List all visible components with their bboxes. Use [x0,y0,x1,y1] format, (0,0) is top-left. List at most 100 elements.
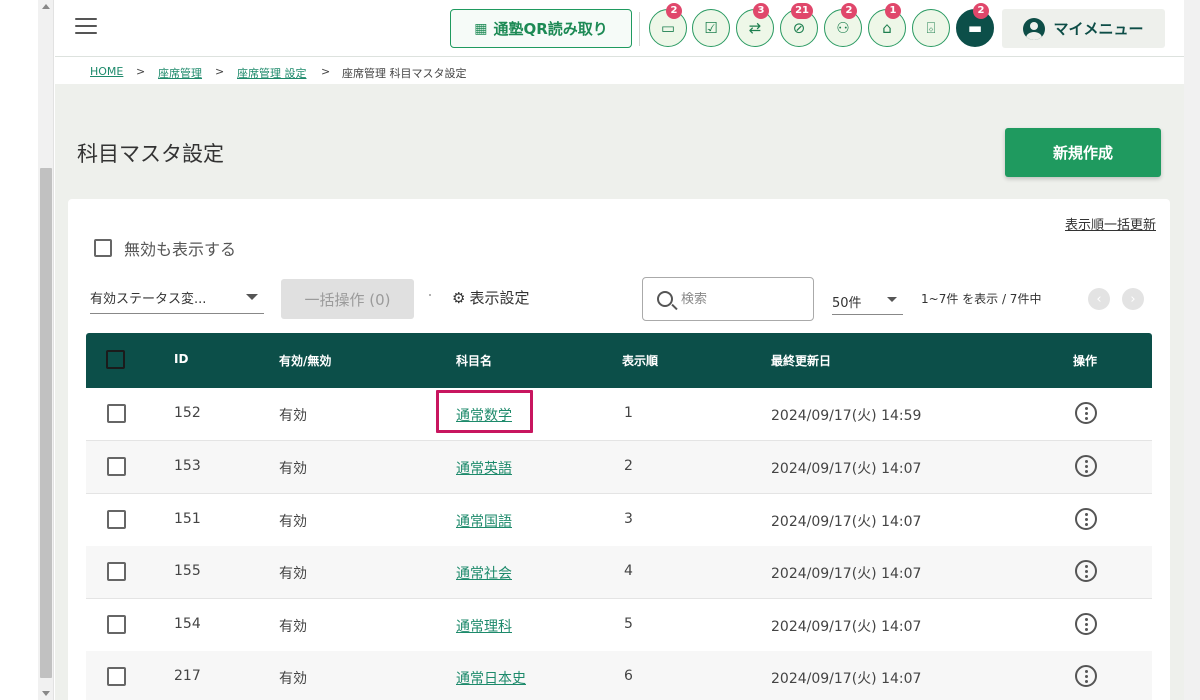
breadcrumb-seat-management[interactable]: 座席管理 [158,65,202,81]
display-settings-label: 表示設定 [469,289,530,307]
main-area: ▦ 通塾QR読み取り ▭ 2 ☑ ⇄ 3 ⊘ 21 ⚇ 2 ⌂ 1 ⌺ ▬ 2 マイ [55,0,1184,700]
show-invalid-toggle[interactable]: 無効も表示する [94,236,236,260]
chat-icon[interactable]: ▬ 2 [956,3,994,47]
more-options-icon[interactable] [1075,613,1097,635]
result-count: 1~7件 を表示 / 7件中 [921,292,1042,306]
gift-icon[interactable]: ⌺ [912,9,950,47]
subject-list-card: 表示順一括更新 無効も表示する 有効ステータス変... 一括操作 (0) ⚙ 表… [68,199,1170,700]
cell-status: 有効 [279,566,307,582]
gear-icon: ⚙ [452,288,466,307]
select-all-checkbox[interactable] [106,350,125,369]
group-badge: 2 [841,3,857,19]
toolbar-separator [429,294,431,296]
row-checkbox[interactable] [107,562,126,581]
row-checkbox[interactable] [107,615,126,634]
subject-link[interactable]: 通常日本史 [456,668,526,688]
cell-updated: 2024/09/17(火) 14:07 [771,514,922,530]
show-invalid-checkbox[interactable] [94,239,112,257]
cell-status: 有効 [279,408,307,424]
group-icon[interactable]: ⚇ 2 [824,3,862,47]
header-display-order[interactable]: 表示順 [622,352,658,369]
cell-status: 有効 [279,514,307,530]
scroll-thumb[interactable] [40,168,52,678]
cell-updated: 2024/09/17(火) 14:59 [771,408,922,424]
transfer-badge: 3 [753,3,769,19]
row-checkbox[interactable] [107,667,126,686]
cell-status: 有効 [279,619,307,635]
bulk-action-button[interactable]: 一括操作 (0) [281,279,414,319]
table-row: 154 有効 通常理科 5 2024/09/17(火) 14:07 [86,599,1152,652]
breadcrumb-home[interactable]: HOME [90,65,123,78]
cell-id: 153 [174,458,201,474]
bulk-order-update-link[interactable]: 表示順一括更新 [1065,214,1156,233]
school-icon[interactable]: ⌂ 1 [868,3,906,47]
show-invalid-label: 無効も表示する [124,240,237,259]
more-options-icon[interactable] [1075,402,1097,424]
more-options-icon[interactable] [1075,665,1097,687]
subject-link[interactable]: 通常社会 [456,563,512,583]
my-menu-label: マイメニュー [1053,20,1144,38]
search-icon [657,291,673,307]
qr-scan-label: 通塾QR読み取り [493,20,608,38]
more-options-icon[interactable] [1075,455,1097,477]
table-row: 217 有効 通常日本史 6 2024/09/17(火) 14:07 [86,651,1152,700]
header-id[interactable]: ID [174,352,188,366]
qr-scan-button[interactable]: ▦ 通塾QR読み取り [450,9,632,48]
row-checkbox[interactable] [107,457,126,476]
cell-updated: 2024/09/17(火) 14:07 [771,461,922,477]
breadcrumb-separator: > [136,65,146,78]
cell-id: 154 [174,616,201,632]
status-change-select[interactable]: 有効ステータス変... [90,279,264,314]
display-settings-button[interactable]: ⚙ 表示設定 [452,287,529,308]
subject-link[interactable]: 通常理科 [456,616,512,636]
breadcrumb: HOME > 座席管理 > 座席管理 設定 > 座席管理 科目マスタ設定 [55,57,1184,84]
breadcrumb-separator: > [215,65,225,78]
table-header: ID 有効/無効 科目名 表示順 最終更新日 操作 [86,333,1152,388]
hamburger-menu-icon[interactable] [75,18,97,36]
left-margin [0,0,38,700]
row-checkbox[interactable] [107,510,126,529]
cell-id: 217 [174,668,201,684]
my-menu-button[interactable]: マイメニュー [1002,9,1165,48]
breadcrumb-seat-settings[interactable]: 座席管理 設定 [237,65,307,81]
no-attendance-badge: 21 [791,3,813,19]
scroll-up-arrow-icon[interactable] [42,4,50,9]
subject-link[interactable]: 通常数学 [456,405,512,425]
dropdown-caret-icon [887,297,897,302]
more-options-icon[interactable] [1075,508,1097,530]
subject-link[interactable]: 通常英語 [456,458,512,478]
cell-order: 4 [624,563,633,579]
scrollbar[interactable] [38,0,54,700]
checklist-icon[interactable]: ☑ [692,9,730,47]
search-field[interactable] [642,277,814,321]
transfer-icon[interactable]: ⇄ 3 [736,3,774,47]
prev-page-icon[interactable]: ‹ [1088,288,1110,310]
message-icon[interactable]: ▭ 2 [649,3,687,47]
message-badge: 2 [666,3,682,19]
next-page-icon[interactable]: › [1122,288,1144,310]
cell-updated: 2024/09/17(火) 14:07 [771,671,922,687]
qr-code-icon: ▦ [474,20,488,37]
right-scroll-area [1184,0,1200,700]
school-badge: 1 [885,3,901,19]
more-options-icon[interactable] [1075,560,1097,582]
new-create-button[interactable]: 新規作成 [1005,128,1161,177]
subject-link[interactable]: 通常国語 [456,511,512,531]
header-subject-name[interactable]: 科目名 [456,352,492,369]
cell-order: 2 [624,458,633,474]
dropdown-caret-icon [246,294,258,300]
header-last-updated[interactable]: 最終更新日 [771,352,831,369]
per-page-value: 50件 [832,296,862,311]
row-checkbox[interactable] [107,404,126,423]
table-row: 152 有効 通常数学 1 2024/09/17(火) 14:59 [86,388,1152,441]
scroll-down-arrow-icon[interactable] [42,691,50,696]
cell-status: 有効 [279,671,307,687]
table-row: 155 有効 通常社会 4 2024/09/17(火) 14:07 [86,546,1152,599]
no-attendance-icon[interactable]: ⊘ 21 [780,3,818,47]
header-status[interactable]: 有効/無効 [279,352,331,369]
page-title: 科目マスタ設定 [77,142,224,166]
cell-id: 155 [174,563,201,579]
search-input[interactable] [681,291,791,307]
header-actions: 操作 [1073,354,1098,368]
per-page-select[interactable]: 50件 [832,287,903,315]
